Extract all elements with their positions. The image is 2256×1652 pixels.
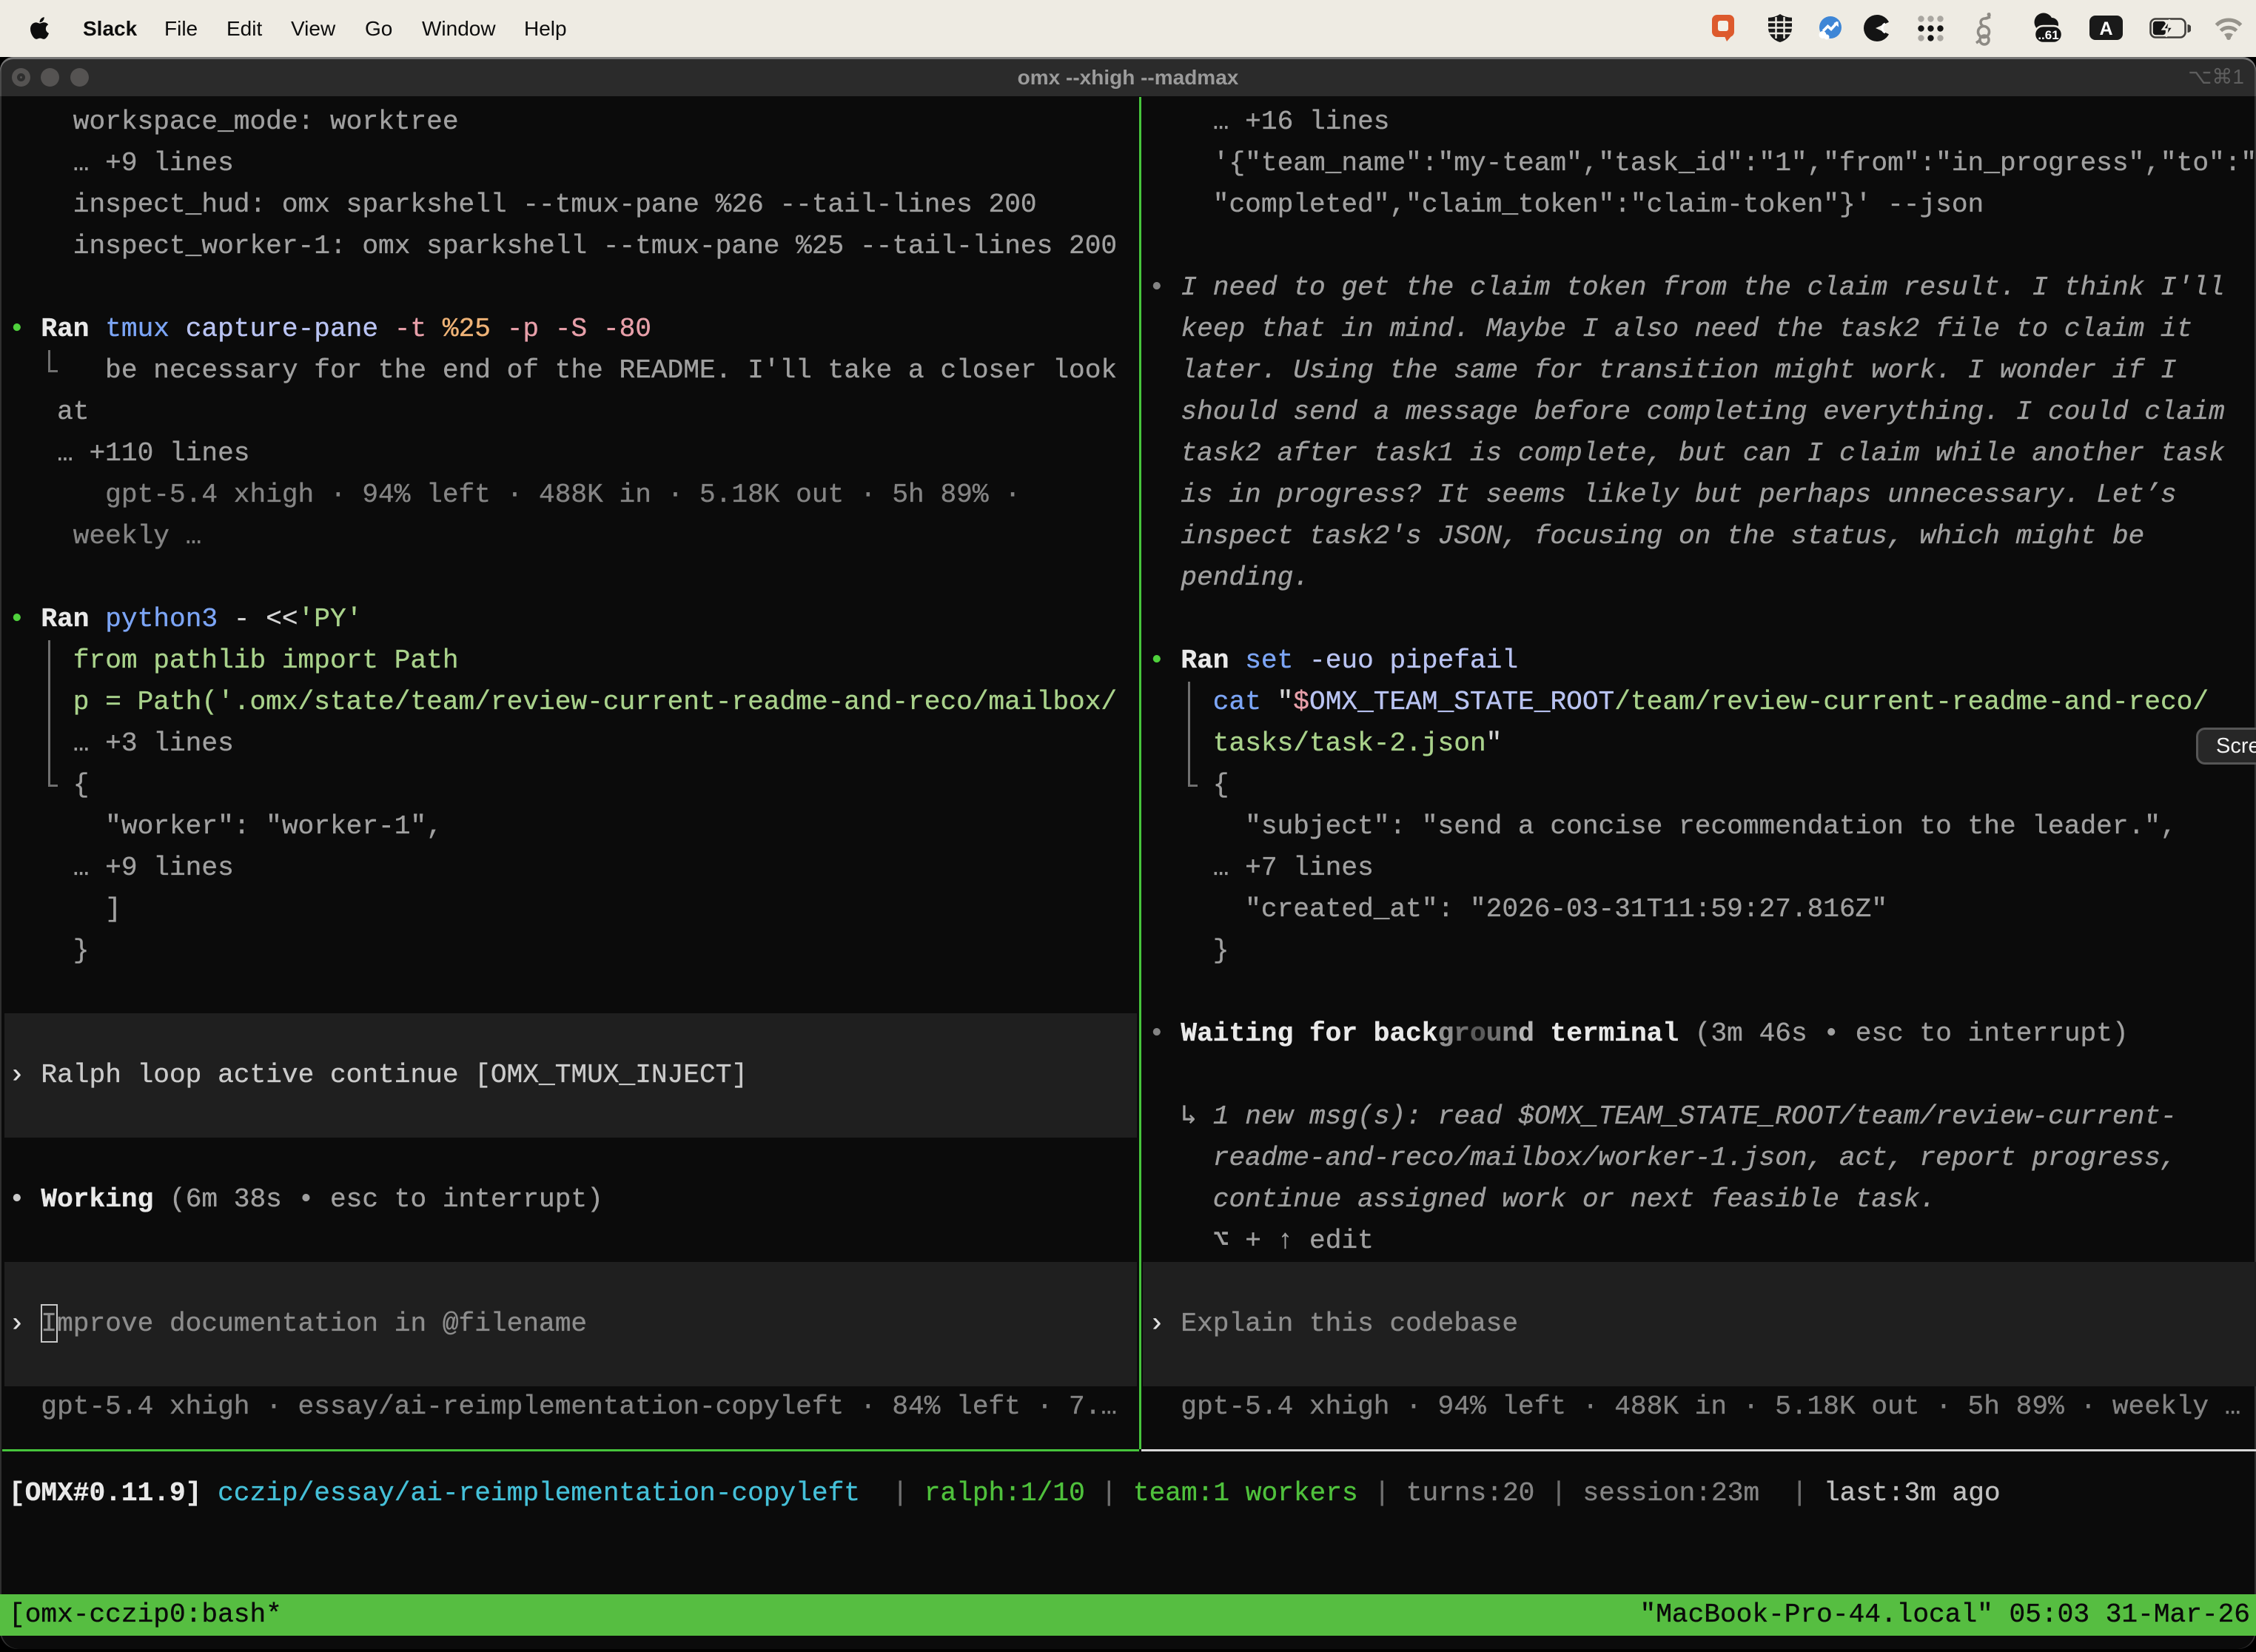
svg-text:..61: ..61: [2038, 28, 2058, 42]
svg-text:A: A: [2099, 19, 2112, 39]
